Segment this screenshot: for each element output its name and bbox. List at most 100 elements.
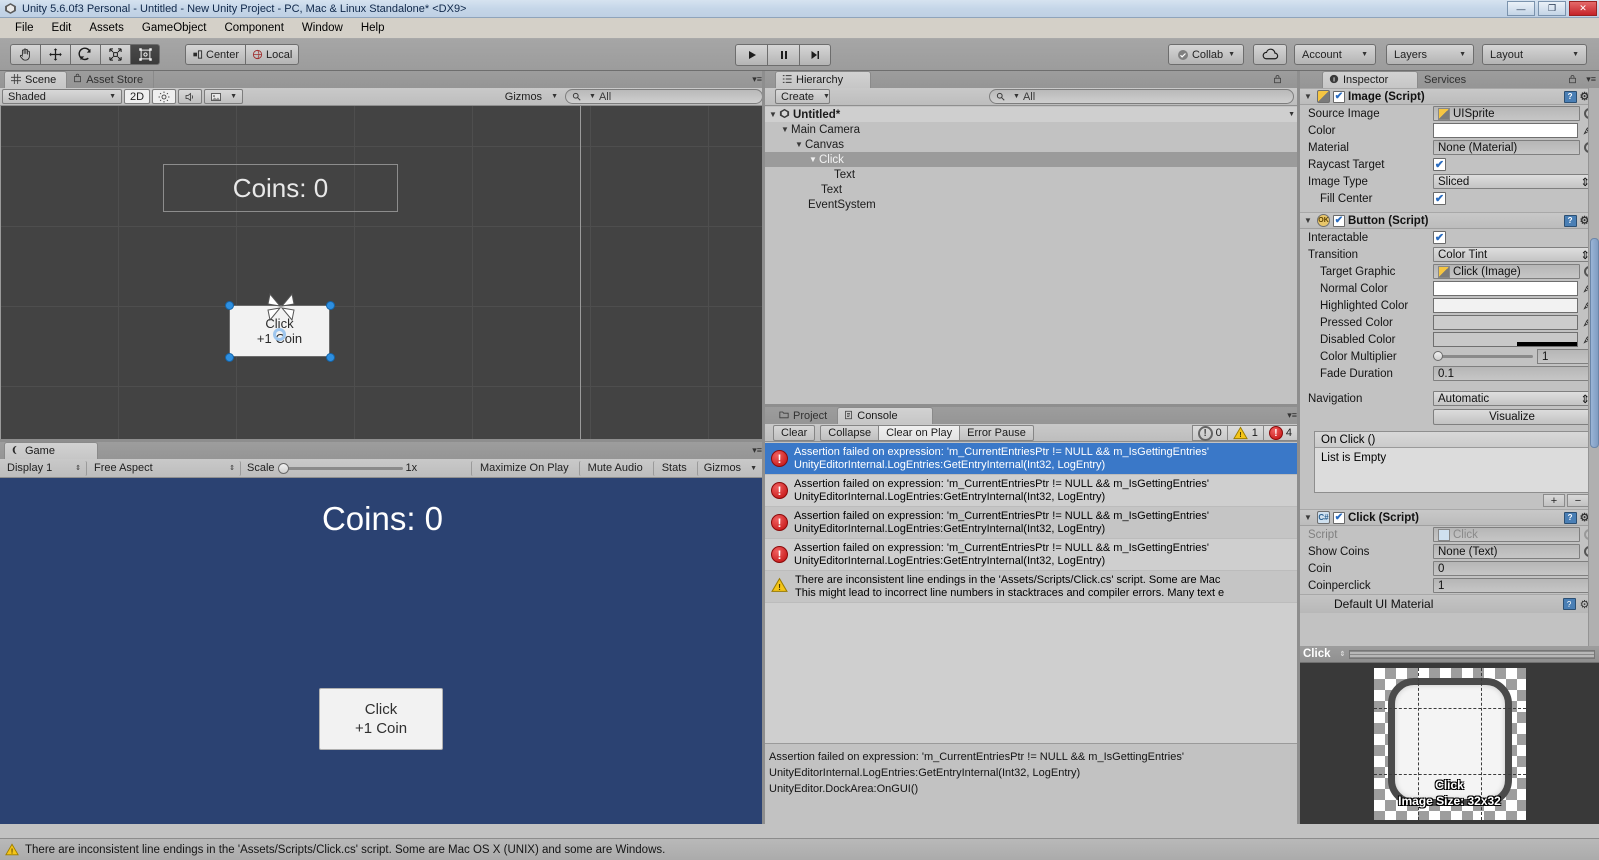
color-swatch[interactable] [1433,123,1578,138]
create-dropdown[interactable]: Create ▼ [775,89,830,104]
rect-handle-br[interactable] [326,353,335,362]
preview-viewport[interactable]: Click Image Size: 32x32 [1300,663,1599,824]
mute-audio-button[interactable]: Mute Audio [578,460,651,476]
menu-edit[interactable]: Edit [43,20,81,36]
prop-material[interactable]: Material None (Material) [1300,139,1599,156]
prop-transition[interactable]: Transition Color Tint ⇕ [1300,246,1599,263]
log-entry[interactable]: ! Assertion failed on expression: 'm_Cur… [765,475,1300,507]
menu-file[interactable]: File [6,20,43,36]
foldout-icon[interactable]: ▼ [809,155,819,164]
log-entry[interactable]: ! Assertion failed on expression: 'm_Cur… [765,443,1300,475]
prop-coinperclick[interactable]: Coinperclick 1 [1300,577,1599,594]
lighting-toggle-button[interactable] [152,89,177,104]
prop-raycast-target[interactable]: Raycast Target ✔ [1300,156,1599,173]
stats-button[interactable]: Stats [652,460,695,476]
prop-pressed-color[interactable]: Pressed Color [1300,314,1599,331]
component-enable-checkbox[interactable]: ✔ [1333,214,1345,227]
draw-mode-dropdown[interactable]: Shaded ▼ [2,89,122,104]
prop-fill-center[interactable]: Fill Center ✔ [1300,190,1599,207]
component-header-button[interactable]: ▼ OK ✔ Button (Script) ? ⚙▾ [1300,212,1599,229]
preview-grip[interactable] [1349,649,1595,659]
game-viewport[interactable]: Coins: 0 Click +1 Coin [0,478,765,824]
gizmos-dropdown[interactable]: Gizmos ▼ [500,89,563,104]
tab-hierarchy[interactable]: Hierarchy [775,71,871,88]
step-button[interactable] [799,44,831,66]
tab-scene[interactable]: Scene [4,71,68,88]
component-header-click-script[interactable]: ▼ C# ✔ Click (Script) ? ⚙▾ [1300,509,1599,526]
log-entry[interactable]: ! There are inconsistent line endings in… [765,571,1300,603]
image-type-dropdown[interactable]: Sliced ⇕ [1433,174,1595,189]
hierarchy-item-scene[interactable]: ▼ Untitled* ▼ [765,107,1300,122]
help-icon[interactable]: ? [1563,511,1577,524]
lock-icon[interactable] [1568,74,1577,87]
effects-toggle-button[interactable]: ▼ [204,89,243,104]
scale-tool-button[interactable] [100,44,130,65]
game-click-button[interactable]: Click +1 Coin [319,688,443,750]
hierarchy-item-main-camera[interactable]: ▼ Main Camera [765,122,1300,137]
log-entry[interactable]: ! Assertion failed on expression: 'm_Cur… [765,539,1300,571]
splitter-scene-hierarchy[interactable] [762,71,765,824]
log-entry[interactable]: ! Assertion failed on expression: 'm_Cur… [765,507,1300,539]
status-bar[interactable]: ! There are inconsistent line endings in… [0,838,1599,860]
layout-button[interactable]: Layout ▼ [1482,44,1587,65]
raycast-target-checkbox[interactable]: ✔ [1433,158,1446,171]
tab-project[interactable]: Project [773,407,837,424]
prop-value-field[interactable]: UISprite [1433,106,1580,121]
foldout-icon[interactable]: ▼ [795,140,805,149]
lock-icon[interactable] [1273,74,1282,87]
hierarchy-item-eventsystem[interactable]: EventSystem [765,197,1300,212]
close-button[interactable]: ✕ [1569,1,1597,16]
component-enable-checkbox[interactable]: ✔ [1333,511,1345,524]
coin-input[interactable]: 0 [1433,561,1595,576]
component-enable-checkbox[interactable]: ✔ [1333,90,1345,103]
error-pause-button[interactable]: Error Pause [959,424,1034,441]
tab-game[interactable]: Game [4,442,98,459]
prop-disabled-color[interactable]: Disabled Color [1300,331,1599,348]
clear-button[interactable]: Clear [773,424,816,441]
menu-help[interactable]: Help [352,20,394,36]
prop-fade-duration[interactable]: Fade Duration 0.1 [1300,365,1599,382]
hierarchy-item-canvas[interactable]: ▼ Canvas [765,137,1300,152]
splitter-scene-game[interactable] [0,439,762,442]
visualize-button[interactable]: Visualize [1433,409,1591,425]
account-button[interactable]: Account ▼ [1294,44,1376,65]
space-toggle-button[interactable]: Local [245,44,300,65]
color-multiplier-slider[interactable] [1433,351,1533,361]
hand-tool-button[interactable] [10,44,40,65]
panel-menu-icon[interactable]: ▾≡ [1287,410,1297,421]
color-swatch[interactable] [1433,332,1578,347]
scale-slider-knob[interactable] [277,462,289,474]
color-swatch[interactable] [1433,315,1578,330]
foldout-icon[interactable]: ▼ [1304,513,1314,522]
foldout-icon[interactable]: ▼ [1304,92,1314,101]
add-event-button[interactable]: + [1543,494,1565,507]
help-icon[interactable]: ? [1562,598,1576,610]
rect-handle-bl[interactable] [225,353,234,362]
prop-coin[interactable]: Coin 0 [1300,560,1599,577]
fade-duration-input[interactable]: 0.1 [1433,366,1595,381]
pause-button[interactable] [767,44,799,66]
color-swatch[interactable] [1433,298,1578,313]
game-gizmos-dropdown[interactable]: Gizmos ▼ [696,460,763,476]
menu-window[interactable]: Window [293,20,352,36]
menu-gameobject[interactable]: GameObject [133,20,216,36]
console-log-list[interactable]: ! Assertion failed on expression: 'm_Cur… [765,443,1300,743]
audio-toggle-button[interactable] [178,89,203,104]
hierarchy-item-click[interactable]: ▼ Click [765,152,1300,167]
prop-value-field[interactable]: Click (Image) [1433,264,1580,279]
color-swatch[interactable] [1433,281,1578,296]
menu-component[interactable]: Component [215,20,292,36]
prop-target-graphic[interactable]: Target Graphic Click (Image) [1300,263,1599,280]
scale-slider-track[interactable] [277,462,403,474]
scene-menu-icon[interactable]: ▼ [1288,111,1295,118]
panel-menu-icon[interactable]: ▾≡ [752,445,762,456]
foldout-icon[interactable]: ▼ [781,125,791,134]
prop-interactable[interactable]: Interactable ✔ [1300,229,1599,246]
panel-menu-icon[interactable]: ▾≡ [1586,74,1596,85]
prop-script[interactable]: Script Click [1300,526,1599,543]
hierarchy-item-text-child[interactable]: Text [765,167,1300,182]
tab-console[interactable]: Console [837,407,934,424]
collapse-button[interactable]: Collapse [820,424,879,441]
minimize-button[interactable]: — [1507,1,1535,16]
menu-assets[interactable]: Assets [80,20,133,36]
